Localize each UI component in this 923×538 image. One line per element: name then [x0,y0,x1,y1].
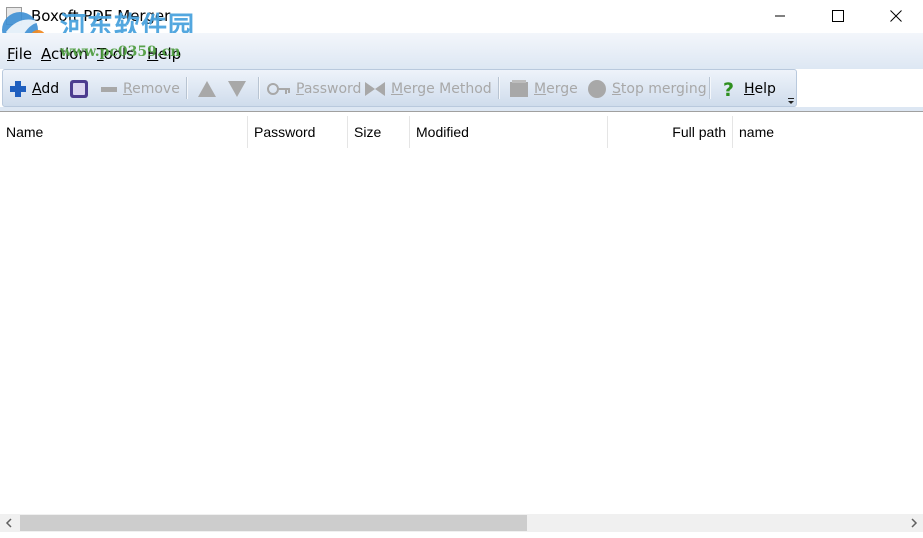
toolbar-separator [498,77,500,99]
arrow-down-icon [228,81,246,97]
scroll-right-button[interactable] [905,514,923,532]
merge-label: Merge [534,81,578,97]
merge-method-button[interactable]: Merge Method [364,77,492,101]
menu-bar: File Action Tools Help www.pc0359.cn [0,33,923,69]
minus-icon [101,87,117,92]
toolbar-separator [709,77,711,99]
column-header-full-path[interactable]: Full path [608,116,733,148]
file-list[interactable]: Name Password Size Modified Full path na… [0,111,923,514]
remove-button[interactable]: Remove [100,77,180,101]
minimize-icon [775,15,785,17]
key-icon [267,83,290,95]
merge-icon [510,80,528,97]
column-header-size[interactable]: Size [348,116,410,148]
title-bar: Boxoft PDF Merger 河东软件园 [0,0,923,48]
chevron-right-icon [911,518,918,528]
menu-file[interactable]: File [7,45,32,63]
plus-icon [10,81,26,97]
merge-method-label: Merge Method [391,81,492,97]
toolbar-separator [186,77,188,99]
add-button[interactable]: Add [9,77,59,101]
close-button[interactable] [867,0,923,32]
merge-button[interactable]: Merge [509,77,578,101]
toolbar-overflow-icon[interactable] [786,96,796,106]
merge-method-icon [365,82,385,96]
help-label: Help [744,81,776,97]
add-label: Add [32,81,60,97]
maximize-icon [832,10,844,22]
stop-merging-label: Stop merging [612,81,707,97]
help-button[interactable]: ? Help [721,77,776,101]
close-icon [890,10,902,22]
minimize-button[interactable] [751,0,809,32]
move-down-button[interactable] [227,77,247,101]
password-label: Password [296,81,362,97]
column-header-modified[interactable]: Modified [410,116,608,148]
column-header-password[interactable]: Password [248,116,348,148]
stop-icon [588,80,606,98]
stop-merging-button[interactable]: Stop merging [587,77,707,101]
maximize-button[interactable] [809,0,867,32]
scroll-thumb[interactable] [20,515,527,531]
password-button[interactable]: Password [267,77,361,101]
question-mark-icon: ? [723,79,734,99]
arrow-up-icon [198,81,216,97]
horizontal-scrollbar[interactable] [0,514,923,532]
toolbar: Add Remove Password Merge Method Merge S… [2,69,797,107]
chevron-left-icon [5,518,12,528]
watermark-url: www.pc0359.cn [60,44,181,60]
column-header-file-name[interactable]: name [733,116,923,148]
frame-icon [70,80,88,98]
select-all-button[interactable] [69,77,89,101]
move-up-button[interactable] [197,77,217,101]
svg-text:?: ? [723,79,734,99]
scroll-left-button[interactable] [0,514,18,532]
column-header-name[interactable]: Name [0,116,248,148]
window-bottom-edge [0,533,923,538]
remove-label: Remove [123,81,180,97]
toolbar-separator [258,77,260,99]
